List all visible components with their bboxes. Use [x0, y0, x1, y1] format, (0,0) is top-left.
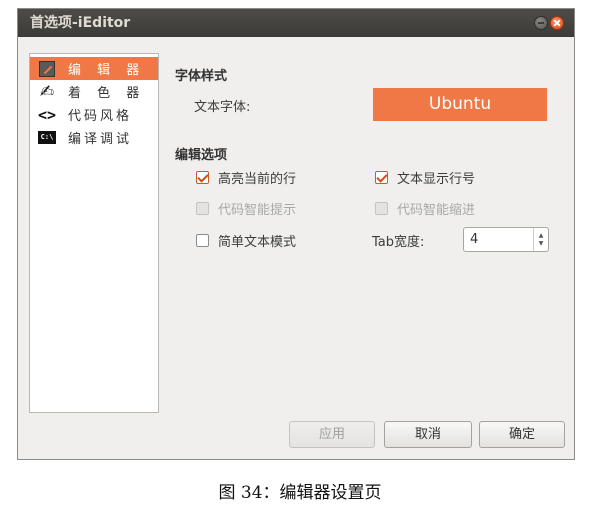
ok-button[interactable]: 确定: [479, 421, 565, 448]
highlight-line-label: 高亮当前的行: [218, 172, 297, 187]
show-line-numbers-label: 文本显示行号: [397, 172, 476, 187]
smart-indent-option: 代码智能缩进: [375, 199, 475, 218]
sidebar-item-build-debug[interactable]: C:\ 编译调试: [30, 126, 158, 149]
minimize-button[interactable]: [534, 16, 548, 30]
tab-width-label: Tab宽度:: [372, 235, 425, 250]
code-icon: <>: [37, 105, 57, 124]
highlight-line-checkbox[interactable]: [196, 171, 209, 184]
sidebar-item-label: 编译调试: [68, 132, 133, 147]
show-line-numbers-checkbox[interactable]: [375, 171, 388, 184]
close-button[interactable]: [550, 16, 564, 30]
highlight-line-option[interactable]: 高亮当前的行: [196, 168, 296, 187]
font-chooser-button[interactable]: Ubuntu: [373, 88, 547, 121]
editor-icon: [36, 60, 58, 78]
simple-mode-option[interactable]: 简单文本模式: [196, 231, 296, 250]
tab-width-spinner[interactable]: 4 ▲ ▼: [463, 227, 549, 252]
title-bar[interactable]: 首选项-iEditor: [18, 9, 574, 37]
sidebar-item-code-style[interactable]: <> 代码风格: [30, 103, 158, 126]
sidebar-item-label: 编 辑 器: [68, 63, 146, 78]
sidebar-item-label: 着 色 器: [68, 86, 146, 101]
increment-icon[interactable]: ▲: [539, 232, 544, 240]
smart-indent-label: 代码智能缩进: [397, 203, 476, 218]
font-section-title: 字体样式: [175, 69, 228, 84]
font-label: 文本字体:: [194, 100, 251, 115]
tab-width-value[interactable]: 4: [470, 228, 478, 251]
figure-caption: 图 34：编辑器设置页: [218, 483, 382, 503]
terminal-icon: C:\: [36, 129, 58, 147]
spinner-arrows[interactable]: ▲ ▼: [533, 228, 548, 251]
smart-hints-option: 代码智能提示: [196, 199, 296, 218]
cancel-button[interactable]: 取消: [384, 421, 472, 448]
sidebar-item-colorizer[interactable]: ✍ 着 色 器: [30, 80, 158, 103]
brush-icon: ✍: [39, 81, 55, 102]
decrement-icon[interactable]: ▼: [539, 240, 544, 248]
smart-hints-checkbox: [196, 202, 209, 215]
simple-mode-label: 简单文本模式: [218, 235, 297, 250]
smart-indent-checkbox: [375, 202, 388, 215]
preferences-window: 首选项-iEditor 编 辑 器 ✍ 着 色 器 <> 代码风格 C:\ 编译…: [17, 8, 575, 460]
sidebar-item-editor[interactable]: 编 辑 器: [30, 57, 158, 80]
category-list: 编 辑 器 ✍ 着 色 器 <> 代码风格 C:\ 编译调试: [29, 53, 159, 413]
simple-mode-checkbox[interactable]: [196, 234, 209, 247]
smart-hints-label: 代码智能提示: [218, 203, 297, 218]
show-line-numbers-option[interactable]: 文本显示行号: [375, 168, 475, 187]
apply-button[interactable]: 应用: [289, 421, 375, 448]
edit-section-title: 编辑选项: [175, 148, 228, 163]
sidebar-item-label: 代码风格: [68, 109, 133, 124]
window-title: 首选项-iEditor: [30, 15, 131, 31]
